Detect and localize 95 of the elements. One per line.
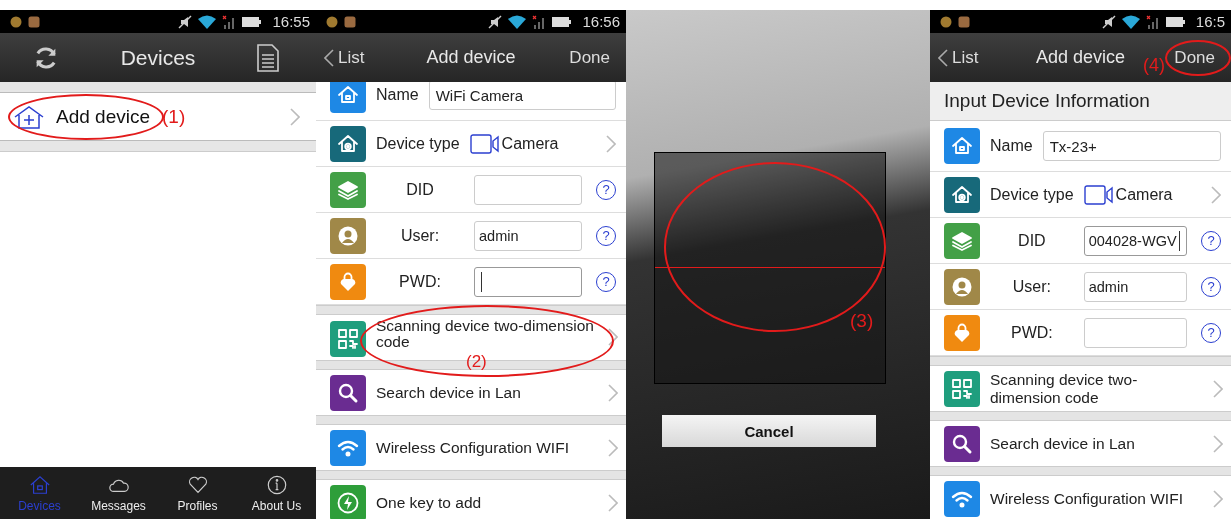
- help-button[interactable]: ?: [1201, 276, 1221, 297]
- field-label: DID: [1017, 231, 1047, 250]
- signal-icon: [1145, 14, 1160, 29]
- chevron-icon: [606, 134, 616, 153]
- field-label: User:: [1011, 277, 1052, 296]
- status-time: 16:56: [582, 13, 620, 30]
- help-button[interactable]: ?: [1201, 230, 1221, 251]
- tab[interactable]: Messages: [83, 473, 154, 513]
- row-label: Add device: [56, 105, 150, 128]
- notification-icon: [344, 15, 356, 28]
- field-label: PWD:: [398, 272, 442, 291]
- field-label: DID: [405, 180, 435, 199]
- menu-row[interactable]: Wireless Configuration WIFI: [930, 476, 1231, 519]
- chevron-icon: [608, 493, 618, 512]
- status-time: 16:55: [272, 13, 310, 30]
- device-type-value: Camera: [501, 134, 559, 153]
- done-button[interactable]: Done: [565, 47, 614, 68]
- input-field[interactable]: [474, 174, 582, 205]
- notification-icon: [326, 15, 338, 28]
- menu-row[interactable]: Wireless Configuration WIFI: [316, 425, 626, 470]
- input-field[interactable]: admin: [1083, 271, 1187, 302]
- mute-icon: [488, 14, 503, 29]
- field-label: Device type: [376, 134, 460, 153]
- battery-icon: [552, 15, 573, 28]
- device-type-value: Camera: [1115, 185, 1173, 204]
- menu-row[interactable]: One key to add: [316, 480, 626, 519]
- input-field[interactable]: [1083, 317, 1187, 348]
- back-button[interactable]: List: [938, 47, 979, 68]
- nav-title: Add device: [426, 47, 516, 68]
- input-field[interactable]: [474, 266, 582, 297]
- cancel-button[interactable]: Cancel: [662, 415, 876, 447]
- chevron-icon: [290, 107, 300, 126]
- help-button[interactable]: ?: [596, 179, 616, 200]
- back-button[interactable]: List: [324, 47, 365, 68]
- input-field[interactable]: 004028-WGV: [1083, 225, 1187, 256]
- back-chevron-icon: [938, 48, 948, 67]
- section-title: Input Device Information: [930, 82, 1231, 121]
- battery-icon: [242, 15, 263, 28]
- status-time: 16:5: [1195, 13, 1225, 30]
- list-icon[interactable]: [256, 43, 280, 72]
- field-label: User:: [399, 226, 441, 245]
- menu-row[interactable]: Scanning device two-dimension code: [930, 366, 1231, 411]
- row-label: Wireless Configuration WIFI: [376, 438, 570, 456]
- field-label: PWD:: [1009, 323, 1054, 342]
- chevron-icon: [1213, 379, 1223, 398]
- house-icon: [28, 473, 51, 496]
- menu-row[interactable]: Search device in Lan: [930, 421, 1231, 466]
- input-field[interactable]: admin: [474, 220, 582, 251]
- row-label: Search device in Lan: [376, 383, 522, 401]
- chevron-icon: [608, 383, 618, 402]
- field-label: Name: [990, 137, 1033, 155]
- signal-icon: [532, 14, 547, 29]
- help-button[interactable]: ?: [1201, 322, 1221, 343]
- chevron-icon: [1211, 185, 1221, 204]
- row-label: Scanning device two-dimension code: [990, 371, 1139, 406]
- annotation-label: (2): [466, 352, 487, 372]
- signal-icon: [222, 14, 237, 29]
- row-label: Scanning device two-dimension code: [376, 318, 595, 351]
- tab[interactable]: Profiles: [162, 473, 233, 513]
- nav-title: Devices: [120, 45, 196, 70]
- house-plus-icon: [14, 104, 44, 129]
- notification-icon: [10, 15, 22, 28]
- help-button[interactable]: ?: [596, 271, 616, 292]
- row-label: Wireless Configuration WIFI: [990, 489, 1184, 507]
- notification-icon: [28, 15, 40, 28]
- chevron-icon: [608, 438, 618, 457]
- wifi-icon: [508, 14, 527, 29]
- mute-icon: [178, 14, 193, 29]
- wifi-icon: [1121, 14, 1140, 29]
- nav-title: Add device: [1035, 47, 1126, 68]
- chevron-icon: [1213, 489, 1223, 508]
- input-field[interactable]: WiFi Camera: [428, 82, 616, 110]
- notification-icon: [958, 15, 970, 28]
- row-label: One key to add: [376, 493, 483, 511]
- camera-icon: [469, 133, 500, 154]
- chevron-icon: [608, 328, 618, 346]
- done-button[interactable]: Done: [1170, 47, 1219, 68]
- notification-icon: [940, 15, 952, 28]
- wifi-icon: [198, 14, 217, 29]
- field-label: Device type: [990, 185, 1074, 204]
- mute-icon: [1101, 14, 1116, 29]
- menu-row[interactable]: Search device in Lan: [316, 370, 626, 415]
- annotation-label: (3): [850, 310, 874, 332]
- battery-icon: [1165, 15, 1186, 28]
- back-chevron-icon: [324, 48, 334, 67]
- chevron-icon: [1213, 434, 1223, 453]
- info-icon: [265, 473, 288, 496]
- field-label: Name: [376, 86, 419, 104]
- camera-icon: [1083, 184, 1114, 205]
- tab[interactable]: About Us: [241, 473, 312, 513]
- help-button[interactable]: ?: [596, 225, 616, 246]
- annotation-label: (4): [1143, 55, 1165, 76]
- annotation-label: (1): [162, 105, 186, 128]
- row-label: Search device in Lan: [990, 434, 1136, 452]
- input-field[interactable]: Tx-23+: [1042, 131, 1221, 161]
